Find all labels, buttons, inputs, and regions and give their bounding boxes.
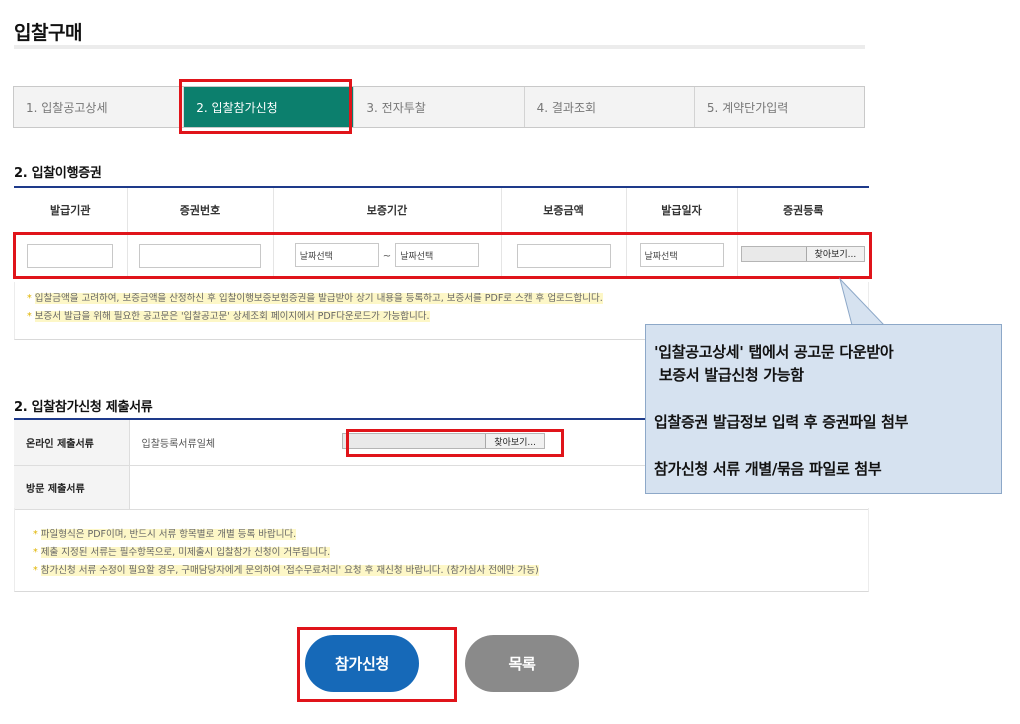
docs-section-title: 2. 입찰참가신청 제출서류 [14, 400, 153, 415]
note-item: * 입찰금액을 고려하여, 보증금액을 산정하신 후 입찰이행보증보험증권을 발급… [27, 293, 603, 304]
col-issue-date: 발급일자 [626, 187, 738, 233]
online-docs-label: 온라인 제출서류 [14, 419, 130, 466]
docs-upload-highlight [346, 429, 564, 457]
bond-row-highlight [13, 232, 872, 279]
docs-notes: * 파일형식은 PDF이며, 반드시 서류 항목별로 개별 등록 바랍니다. * 제… [14, 508, 869, 592]
title-divider [14, 45, 865, 49]
callout-line: '입찰공고상세' 탭에서 공고문 다운받아 [654, 343, 894, 361]
callout-line: 입찰증권 발급정보 입력 후 증권파일 첨부 [654, 413, 909, 431]
list-button[interactable]: 목록 [465, 635, 579, 692]
callout-line: 참가신청 서류 개별/묶음 파일로 첨부 [654, 460, 882, 478]
callout-pointer [839, 277, 886, 326]
col-issuer: 발급기관 [14, 187, 128, 233]
col-bond-upload: 증권등록 [737, 187, 869, 233]
note-item: * 제출 지정된 서류는 필수항목으로, 미제출시 입찰참가 신청이 거부됩니다. [33, 547, 331, 558]
note-item: * 파일형식은 PDF이며, 반드시 서류 항목별로 개별 등록 바랍니다. [33, 529, 297, 540]
online-docs-value: 입찰등록서류일체 [129, 419, 342, 466]
annotation-callout: '입찰공고상세' 탭에서 공고문 다운받아 보증서 발급신청 가능함 입찰증권 … [645, 324, 1002, 494]
apply-button-highlight [297, 627, 457, 702]
tab-electronic-bidding[interactable]: 3. 전자투찰 [354, 87, 525, 127]
col-guarantee-amount: 보증금액 [501, 187, 627, 233]
tab-bid-notice-detail[interactable]: 1. 입찰공고상세 [14, 87, 185, 127]
col-bond-number: 증권번호 [127, 187, 274, 233]
active-tab-highlight [179, 79, 352, 134]
col-guarantee-period: 보증기간 [273, 187, 502, 233]
tab-contract-unit-price[interactable]: 5. 계약단가입력 [695, 87, 864, 127]
note-item: * 보증서 발급을 위해 필요한 공고문은 '입찰공고문' 상세조회 페이지에서 … [27, 311, 430, 322]
step-tabs: 1. 입찰공고상세 2. 입찰참가신청 3. 전자투찰 4. 결과조회 5. 계… [13, 86, 865, 128]
note-item: * 참가신청 서류 수정이 필요할 경우, 구매담당자에게 문의하여 '접수무료처… [33, 565, 539, 576]
bond-section-title: 2. 입찰이행증권 [14, 166, 102, 181]
callout-line: 보증서 발급신청 가능함 [654, 366, 804, 384]
tab-result-inquiry[interactable]: 4. 결과조회 [525, 87, 695, 127]
page-title: 입찰구매 [14, 22, 82, 44]
visit-docs-label: 방문 제출서류 [14, 465, 130, 510]
